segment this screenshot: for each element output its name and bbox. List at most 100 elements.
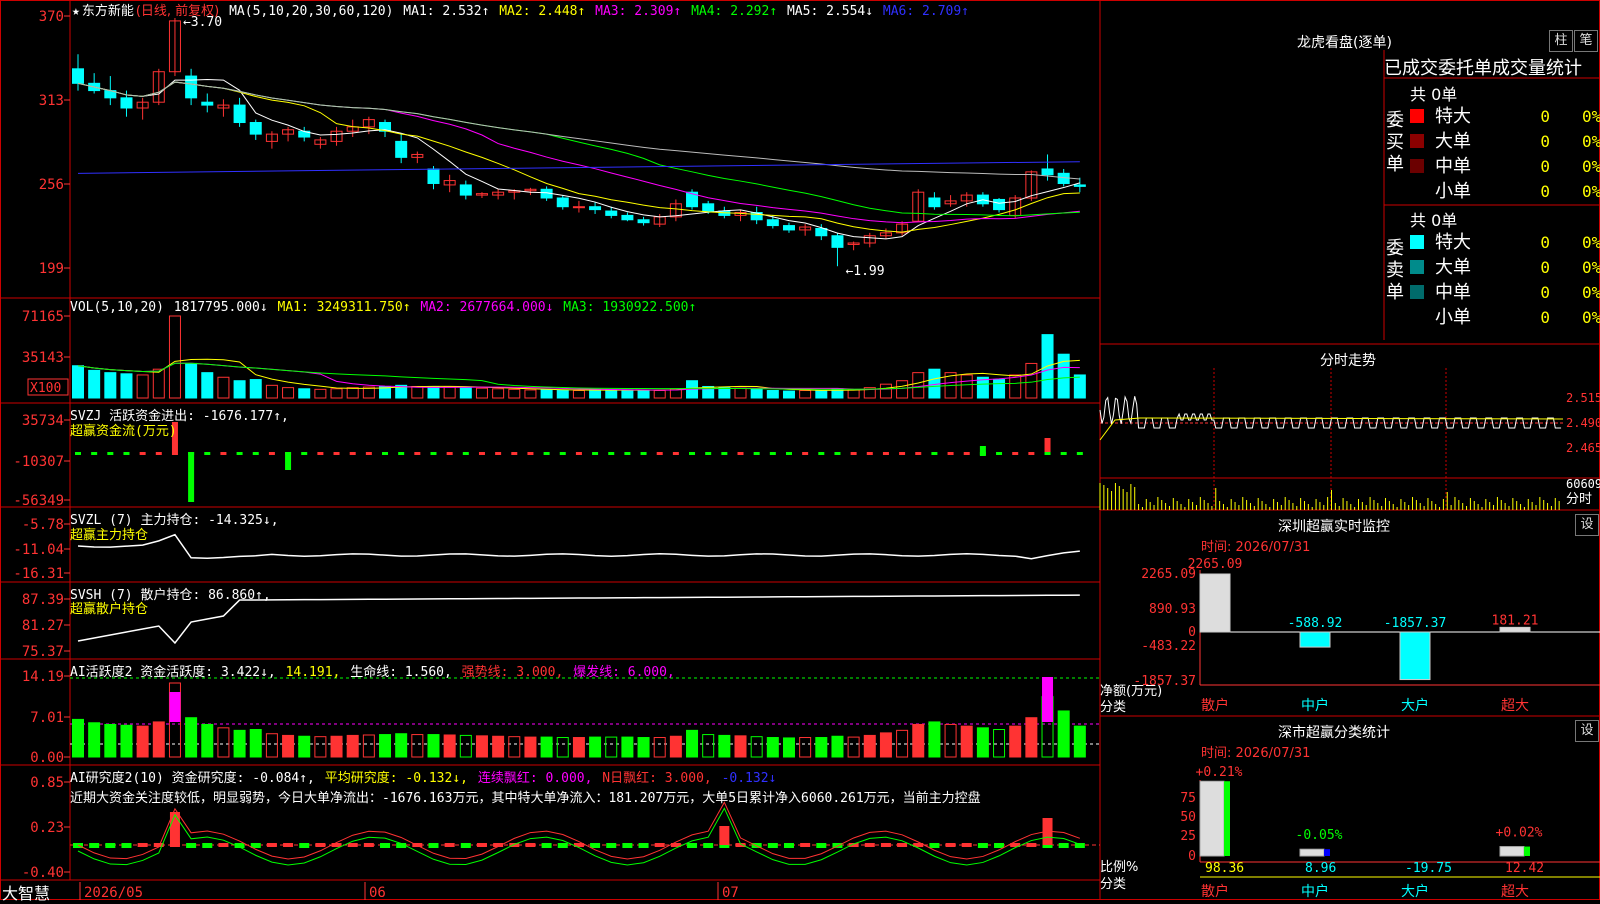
volume-bar — [298, 388, 311, 399]
air-v5: -0.132↓ — [721, 771, 777, 786]
order-size-swatch — [1410, 285, 1424, 299]
ma1-value: MA1: 2.532↑ — [403, 4, 490, 19]
order-percent: 0% — [1582, 308, 1600, 327]
y-tick-label: 0.23 — [30, 820, 64, 836]
y-tick-label: -11.04 — [13, 542, 64, 558]
candle-body — [605, 210, 618, 216]
activity-bar — [782, 737, 795, 758]
y-tick-label: 87.39 — [22, 592, 64, 608]
volume-bar — [330, 388, 343, 399]
research-bar — [541, 843, 552, 848]
sz-stats-bar-accent — [1524, 846, 1530, 856]
volume-bar — [572, 390, 585, 399]
sz-stats-value-label: -19.75 — [1405, 861, 1452, 876]
main-position-line — [77, 533, 1080, 560]
order-count: 0 — [1540, 132, 1550, 151]
volume-bar — [475, 387, 488, 399]
svzj-subtitle: 超赢资金流(万元) — [70, 424, 177, 439]
sz-stats-bar-accent — [1224, 781, 1230, 856]
research-bar — [137, 843, 148, 847]
volume-bar — [136, 374, 149, 399]
activity-bar — [249, 729, 262, 758]
money-flow-tick — [559, 452, 566, 455]
money-flow-tick — [365, 452, 372, 455]
research-bar — [89, 843, 100, 848]
candle-body — [589, 206, 602, 211]
activity-bar — [605, 736, 618, 758]
money-flow-tick — [640, 452, 647, 455]
ma5-line — [77, 79, 1080, 240]
money-flow-tick — [204, 452, 211, 455]
volume-bar — [960, 374, 973, 399]
activity-bar — [492, 735, 505, 758]
research-bar — [444, 843, 455, 847]
volume-bar — [847, 389, 860, 399]
activity-bar — [152, 721, 165, 758]
money-flow-tick — [931, 452, 938, 455]
candle-body — [185, 75, 198, 99]
activity-bar — [960, 725, 973, 758]
order-percent: 0% — [1582, 132, 1600, 151]
activity-bar — [669, 735, 682, 758]
research-bar — [606, 843, 617, 848]
money-flow-tick — [689, 452, 696, 455]
sz-monitor-title: 深圳超赢实时监控 — [1278, 519, 1390, 535]
y-tick-label: 35143 — [22, 350, 64, 366]
money-flow-tick — [899, 452, 906, 455]
activity-bar — [346, 734, 359, 758]
volume-bar — [1025, 362, 1038, 399]
volume-bar — [782, 390, 795, 399]
star-icon[interactable]: ★ — [72, 4, 80, 19]
activity-bar — [976, 727, 989, 758]
volume-bar — [217, 376, 230, 399]
money-flow-tick — [753, 452, 760, 455]
activity-bar — [944, 723, 957, 758]
money-flow-tick — [317, 452, 324, 455]
order-percent: 0% — [1582, 157, 1600, 176]
sz-monitor-bar-label: 181.21 — [1492, 613, 1539, 628]
ma2-value: MA2: 2.448↑ — [499, 4, 586, 19]
activity-bar — [556, 737, 569, 758]
activity-bar — [734, 735, 747, 758]
volume-bar — [346, 387, 359, 399]
y-tick-label: 199 — [39, 261, 64, 277]
money-flow-tick — [721, 452, 728, 455]
activity-bar — [330, 735, 343, 758]
vol-ma1: MA1: 3249311.750↑ — [277, 300, 411, 315]
y-tick-label: 313 — [39, 93, 64, 109]
research-bar — [767, 843, 778, 848]
order-size-label: 大单 — [1435, 257, 1471, 278]
order-size-label: 中单 — [1435, 282, 1471, 303]
y-tick-label: 81.27 — [22, 618, 64, 634]
research-bar — [380, 843, 391, 848]
money-flow-tick — [511, 452, 518, 455]
chart-canvas: 370 313 256 199 71165 35143 X100 35734 -10307 -56… — [0, 0, 1600, 900]
vol-value: 1817795.000↓ — [173, 300, 268, 315]
sz-monitor-category: 中户 — [1301, 697, 1329, 714]
research-bar — [783, 843, 794, 848]
money-flow-tick — [785, 452, 792, 455]
volume-bar — [734, 387, 747, 399]
order-size-swatch — [1410, 159, 1424, 173]
money-flow-tick — [737, 452, 744, 455]
research-bar — [186, 843, 197, 848]
column-view-button[interactable]: 柱 — [1549, 30, 1573, 52]
sz-monitor-bar — [1299, 631, 1331, 648]
ai2-v4: 强势线: 3.000, — [461, 665, 564, 680]
svsh-subtitle: 超赢散户持仓 — [70, 602, 149, 617]
money-flow-tick — [1060, 452, 1067, 455]
research-bar — [218, 843, 229, 847]
period-label[interactable]: (日线, 前复权) — [136, 4, 219, 19]
sz-monitor-settings-button[interactable]: 设 — [1575, 514, 1599, 536]
money-flow-tick — [382, 452, 389, 455]
candle-body — [621, 214, 634, 221]
y-tick-label: -10307 — [13, 454, 64, 470]
buy-total: 共 0单 — [1410, 85, 1458, 104]
money-flow-bar — [979, 446, 986, 456]
volume-bar — [411, 385, 424, 399]
order-percent: 0% — [1582, 283, 1600, 302]
activity-bar — [879, 732, 892, 758]
sz-stats-settings-button[interactable]: 设 — [1575, 720, 1599, 742]
sz-monitor-bar — [1199, 573, 1231, 633]
tick-view-button[interactable]: 笔 — [1574, 30, 1598, 52]
